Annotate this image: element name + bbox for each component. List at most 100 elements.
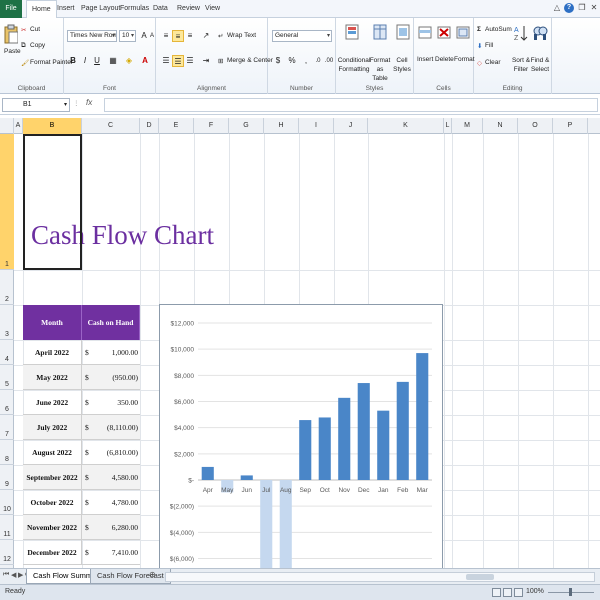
format-button[interactable]: Format bbox=[454, 56, 475, 63]
conditional-formatting-icon[interactable] bbox=[345, 24, 359, 40]
column-header-i[interactable]: I bbox=[299, 118, 334, 134]
clear-button[interactable]: Clear bbox=[485, 59, 501, 66]
column-header-b[interactable]: B bbox=[23, 118, 82, 134]
row-header-5[interactable]: 5 bbox=[0, 365, 14, 390]
new-sheet-icon[interactable]: ⊕ bbox=[149, 570, 156, 579]
prev-sheet-icon[interactable]: ◀ bbox=[11, 571, 16, 579]
column-header-g[interactable]: G bbox=[229, 118, 264, 134]
format-cells-icon[interactable] bbox=[456, 24, 470, 40]
number-format-select[interactable]: General bbox=[272, 30, 332, 42]
close-icon[interactable]: ✕ bbox=[589, 3, 599, 13]
borders-icon[interactable]: ▦ bbox=[107, 55, 119, 67]
conditional-formatting-button[interactable]: Conditional Formatting bbox=[337, 56, 371, 74]
table-cell-cash[interactable]: $350.00 bbox=[82, 390, 140, 415]
scroll-thumb[interactable] bbox=[466, 574, 494, 580]
column-header-a[interactable]: A bbox=[14, 118, 23, 134]
tab-file[interactable]: File bbox=[0, 0, 22, 18]
table-cell-cash[interactable]: $4,580.00 bbox=[82, 465, 140, 490]
delete-button[interactable]: Delete bbox=[435, 56, 454, 63]
cash-flow-chart[interactable]: $12,000 $10,000 $8,000 $6,000 $4,000 $2,000 $-… bbox=[159, 304, 443, 568]
worksheet-grid[interactable]: Cash Flow Chart Month Cash on Hand April… bbox=[14, 134, 600, 568]
table-cell-cash[interactable]: $1,000.00 bbox=[82, 340, 140, 365]
align-top-icon[interactable]: ≡ bbox=[160, 30, 172, 42]
row-header-3[interactable]: 3 bbox=[0, 305, 14, 340]
selected-cell-b1[interactable] bbox=[23, 134, 82, 270]
page-layout-view-icon[interactable] bbox=[503, 588, 512, 597]
table-cell-cash[interactable]: $4,780.00 bbox=[82, 490, 140, 515]
table-cell-month[interactable]: June 2022 bbox=[23, 390, 82, 415]
row-header-6[interactable]: 6 bbox=[0, 390, 14, 415]
sort-filter-icon[interactable]: A Z bbox=[514, 24, 528, 42]
table-cell-month[interactable]: May 2022 bbox=[23, 365, 82, 390]
merge-center-button[interactable]: Merge & Center bbox=[227, 57, 273, 64]
table-cell-month[interactable]: April 2022 bbox=[23, 340, 82, 365]
paste-button[interactable]: Paste bbox=[4, 48, 21, 55]
bold-icon[interactable]: B bbox=[67, 55, 79, 67]
insert-cells-icon[interactable] bbox=[418, 24, 432, 40]
row-header-8[interactable]: 8 bbox=[0, 440, 14, 465]
name-box[interactable]: B1 bbox=[2, 98, 70, 112]
align-center-icon[interactable]: ☰ bbox=[172, 55, 184, 67]
table-cell-month[interactable]: August 2022 bbox=[23, 440, 82, 465]
next-sheet-icon[interactable]: ▶ bbox=[18, 571, 23, 579]
row-header-4[interactable]: 4 bbox=[0, 340, 14, 365]
cell-styles-button[interactable]: Cell Styles bbox=[392, 56, 412, 74]
row-header-7[interactable]: 7 bbox=[0, 415, 14, 440]
autosum-button[interactable]: AutoSum bbox=[485, 26, 512, 33]
table-cell-month[interactable]: September 2022 bbox=[23, 465, 82, 490]
insert-function-icon[interactable]: fx bbox=[86, 98, 92, 107]
column-header-m[interactable]: M bbox=[452, 118, 483, 134]
column-header-h[interactable]: H bbox=[264, 118, 299, 134]
minimize-ribbon-icon[interactable]: △ bbox=[552, 3, 562, 13]
normal-view-icon[interactable] bbox=[492, 588, 501, 597]
row-header-9[interactable]: 9 bbox=[0, 465, 14, 490]
table-cell-month[interactable]: December 2022 bbox=[23, 540, 82, 565]
zoom-level[interactable]: 100% bbox=[526, 588, 544, 595]
accounting-icon[interactable]: $ bbox=[272, 55, 284, 67]
font-name-select[interactable]: Times New Roman bbox=[67, 30, 117, 42]
restore-icon[interactable]: ❐ bbox=[577, 3, 587, 13]
table-cell-cash[interactable]: $7,410.00 bbox=[82, 540, 140, 565]
font-color-icon[interactable]: A bbox=[139, 55, 151, 67]
italic-icon[interactable]: I bbox=[79, 55, 91, 67]
decrease-decimal-icon[interactable]: .00 bbox=[323, 55, 335, 67]
column-header-n[interactable]: N bbox=[483, 118, 518, 134]
column-header-p[interactable]: P bbox=[553, 118, 588, 134]
font-size-select[interactable]: 10 bbox=[119, 30, 136, 42]
table-cell-month[interactable]: November 2022 bbox=[23, 515, 82, 540]
first-sheet-icon[interactable]: ⏮ bbox=[3, 571, 9, 579]
column-header-o[interactable]: O bbox=[518, 118, 553, 134]
column-header-f[interactable]: F bbox=[194, 118, 229, 134]
table-cell-cash[interactable]: $ (8,110.00) bbox=[82, 415, 140, 440]
table-cell-month[interactable]: July 2022 bbox=[23, 415, 82, 440]
percent-icon[interactable]: % bbox=[286, 55, 298, 67]
column-header-d[interactable]: D bbox=[140, 118, 159, 134]
copy-button[interactable]: Copy bbox=[30, 42, 45, 49]
delete-cells-icon[interactable] bbox=[437, 24, 451, 40]
align-right-icon[interactable]: ☰ bbox=[184, 55, 196, 67]
help-icon[interactable]: ? bbox=[564, 3, 574, 13]
horizontal-scrollbar[interactable] bbox=[165, 572, 595, 582]
column-header-j[interactable]: J bbox=[334, 118, 368, 134]
wrap-text-button[interactable]: Wrap Text bbox=[227, 32, 256, 39]
formula-input[interactable] bbox=[104, 98, 598, 112]
tab-view[interactable]: View bbox=[200, 0, 225, 18]
underline-icon[interactable]: U bbox=[91, 55, 103, 67]
table-cell-cash[interactable]: $6,280.00 bbox=[82, 515, 140, 540]
row-header-2[interactable]: 2 bbox=[0, 270, 14, 305]
find-select-icon[interactable] bbox=[532, 24, 548, 42]
align-left-icon[interactable]: ☰ bbox=[160, 55, 172, 67]
cut-button[interactable]: Cut bbox=[30, 26, 40, 33]
paste-icon[interactable] bbox=[4, 24, 18, 44]
insert-button[interactable]: Insert bbox=[417, 56, 433, 63]
column-header-k[interactable]: K bbox=[368, 118, 444, 134]
column-header-c[interactable]: C bbox=[82, 118, 140, 134]
sheet-tab-cash-flow-forecast[interactable]: Cash Flow Forecast bbox=[90, 569, 171, 584]
indent-icon[interactable]: ⇥ bbox=[200, 55, 212, 67]
align-bottom-icon[interactable]: ≡ bbox=[184, 30, 196, 42]
cell-styles-icon[interactable] bbox=[396, 24, 410, 40]
row-header-11[interactable]: 11 bbox=[0, 515, 14, 540]
column-header-e[interactable]: E bbox=[159, 118, 194, 134]
table-cell-month[interactable]: October 2022 bbox=[23, 490, 82, 515]
format-as-table-button[interactable]: Format as Table bbox=[369, 56, 391, 83]
